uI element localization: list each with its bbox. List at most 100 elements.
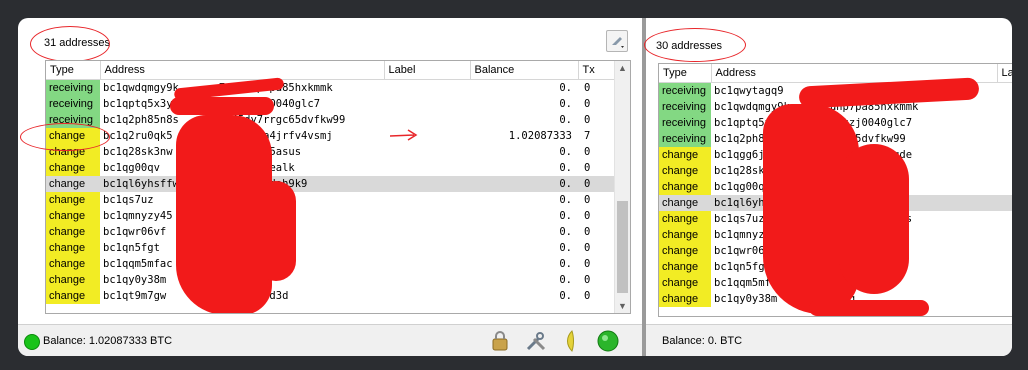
row-type: change: [46, 256, 100, 272]
table-row[interactable]: changebc1ql6yhsffwrc07rl0hdah9k90.0: [46, 176, 614, 192]
address-start: bc1qptq5x3y: [103, 98, 173, 110]
network-status-icon[interactable]: [596, 329, 620, 353]
row-label: [997, 179, 1012, 195]
row-label: [997, 259, 1012, 275]
column-header-label[interactable]: Label: [384, 61, 471, 80]
row-label: [997, 147, 1012, 163]
tools-dropdown-button[interactable]: [606, 30, 628, 52]
table-row[interactable]: changebc1qs7uzqgf444qrxhes7s0.0: [46, 192, 614, 208]
redaction-mark: [809, 300, 929, 316]
row-balance: 1.02087333: [508, 130, 572, 142]
row-label: [384, 256, 470, 272]
lock-icon[interactable]: [488, 329, 512, 353]
row-balance: 0.: [470, 176, 578, 192]
column-header-type[interactable]: Type: [46, 61, 101, 80]
screenshot-card: 31 addresses Type Address Label Balance …: [18, 18, 1012, 356]
row-type: change: [46, 176, 100, 192]
row-label: [384, 80, 470, 97]
redaction-mark: [170, 97, 274, 115]
row-tx: 0: [584, 226, 591, 238]
table-row[interactable]: changebc1q28sk3nw5hq35ryl75asus0.0: [46, 144, 614, 160]
status-bar: Balance: 0. BTC: [646, 324, 1012, 356]
row-balance: 0.: [559, 98, 572, 110]
column-header-address[interactable]: Address: [100, 61, 385, 80]
annotation-arrow-icon: [389, 129, 418, 141]
row-type: change: [46, 144, 100, 160]
table-row[interactable]: changebc1qt9m7gwka4apy9ss9d3d0.0: [46, 288, 614, 304]
status-balance: Balance: 0. BTC: [662, 335, 743, 347]
connection-status-icon: [24, 334, 40, 350]
row-balance: 0.: [559, 290, 572, 302]
column-header-tx[interactable]: Tx: [578, 61, 615, 80]
seed-icon[interactable]: [560, 329, 584, 353]
vertical-scrollbar[interactable]: ▲ ▼: [614, 61, 630, 313]
scroll-thumb[interactable]: [617, 201, 628, 293]
row-type: change: [659, 147, 711, 163]
address-count: 30 addresses: [656, 40, 723, 52]
address-table: Type Address Lab receivingbc1qwytagq9dm3…: [658, 63, 1012, 317]
row-tx: 0: [584, 98, 591, 110]
column-header-type[interactable]: Type: [659, 64, 712, 83]
table-row[interactable]: receivingbc1qptq5x3y7ykw25tzj0040glc70.0: [46, 96, 614, 112]
row-type: change: [46, 208, 100, 224]
address-start: bc1q28sk3nw: [103, 146, 173, 158]
address-table: Type Address Label Balance Tx receiving b…: [45, 60, 631, 314]
row-type: change: [659, 227, 711, 243]
row-type: change: [46, 160, 100, 176]
table-row[interactable]: changebc1qy0y38mfwcz8k9xjg0.0: [46, 272, 614, 288]
row-type: change: [659, 275, 711, 291]
address-grid: Type Address Label Balance Tx receiving b…: [46, 61, 615, 304]
row-balance: 0.: [559, 82, 572, 94]
redaction-mark: [256, 181, 296, 281]
row-type: receiving: [46, 112, 100, 128]
table-row[interactable]: changebc1qwr06vfxgcz9ys39frc0.0: [46, 224, 614, 240]
address-start: bc1q2ph85n8s: [103, 114, 179, 126]
table-row[interactable]: changebc1qg00qvclw79rcfw9qealk0.0: [46, 160, 614, 176]
row-tx: 0: [584, 242, 591, 254]
row-type: change: [46, 192, 100, 208]
table-row[interactable]: changebc1qmnyzy45vumtnxy9r3r0.0: [46, 208, 614, 224]
table-row[interactable]: receivingbc1qwdqmgy9k7jgjunp7pa85hxkmmk0…: [46, 79, 614, 97]
row-label: [384, 224, 470, 240]
row-address: bc1qptq5x3 kw25tzj0040glc7: [711, 115, 997, 131]
row-type: receiving: [659, 99, 711, 115]
row-type: change: [659, 243, 711, 259]
scroll-up-icon[interactable]: ▲: [615, 61, 630, 75]
address-start: bc1qmnyzy45: [103, 210, 173, 222]
address-start: bc1qt9m7gw: [103, 290, 167, 302]
row-type: change: [659, 163, 711, 179]
row-balance: 0.: [559, 114, 572, 126]
row-label: [384, 112, 470, 128]
address-start: bc1qy0y38m: [714, 293, 778, 305]
table-row[interactable]: changebc1qqm5mfacw56ltvfvp40.0: [46, 256, 614, 272]
row-label: [384, 96, 470, 112]
row-type: receiving: [659, 131, 711, 147]
row-label: [997, 243, 1012, 259]
row-label: [384, 192, 470, 208]
table-row[interactable]: changebc1qn5fgtej453dm5nt40.0: [46, 240, 614, 256]
row-tx: 0: [584, 274, 591, 286]
tools-icon[interactable]: [524, 329, 548, 353]
row-label: [384, 240, 470, 256]
row-label: [384, 288, 470, 304]
scroll-down-icon[interactable]: ▼: [615, 299, 630, 313]
row-tx: 0: [584, 114, 591, 126]
status-bar: Balance: 1.02087333 BTC: [18, 324, 642, 356]
column-header-label[interactable]: Lab: [997, 64, 1012, 83]
row-tx: 0: [584, 210, 591, 222]
address-start: bc1qy0y38m: [103, 274, 167, 286]
row-label: [997, 195, 1012, 211]
row-label: [384, 272, 470, 288]
address-start: bc1q28sk: [714, 165, 765, 177]
column-header-balance[interactable]: Balance: [470, 61, 579, 80]
table-row[interactable]: change bc1q2ru0qk5 x4dskps7a4jrfv4vsmj 1.02…: [46, 128, 614, 144]
row-type: change: [46, 240, 100, 256]
row-tx: 0: [584, 290, 591, 302]
row-type: receiving: [46, 79, 100, 96]
row-type: change: [659, 211, 711, 227]
address-start: bc1ql6yhsffw: [103, 178, 179, 190]
row-type: change: [659, 179, 711, 195]
table-row[interactable]: receiving bc1q2ph85n8s h645dy7rrgc65dvfkw9…: [46, 112, 614, 128]
row-tx: 0: [584, 82, 591, 94]
row-label: [384, 144, 470, 160]
